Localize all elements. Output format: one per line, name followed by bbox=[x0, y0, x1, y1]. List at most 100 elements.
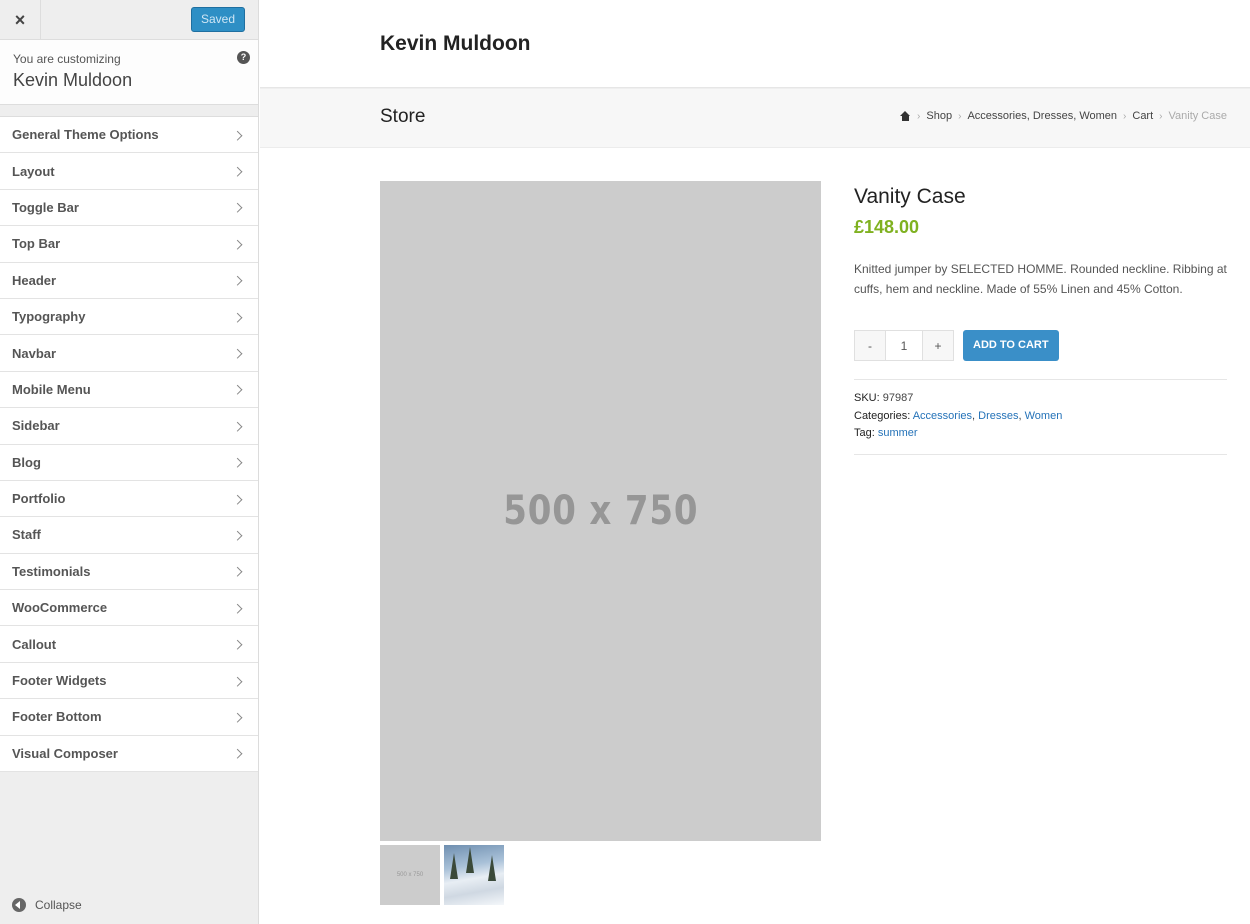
page-title: Store bbox=[380, 106, 426, 127]
category-link-women[interactable]: Women bbox=[1025, 410, 1063, 422]
menu-item-typography[interactable]: Typography bbox=[0, 298, 258, 336]
menu-item-label: WooCommerce bbox=[12, 600, 108, 616]
chevron-right-icon bbox=[232, 421, 243, 432]
quantity-minus-button[interactable]: - bbox=[855, 331, 885, 360]
thumbnail-placeholder-text: 500 x 750 bbox=[396, 872, 424, 878]
customizer-sidebar: × Saved You are customizing Kevin Muldoo… bbox=[0, 0, 259, 924]
menu-item-label: Layout bbox=[12, 163, 55, 179]
sku-row: SKU: 97987 bbox=[854, 390, 1227, 408]
menu-item-sidebar[interactable]: Sidebar bbox=[0, 408, 258, 445]
product-summary: Vanity Case £148.00 Knitted jumper by SE… bbox=[854, 185, 1227, 455]
menu-item-portfolio[interactable]: Portfolio bbox=[0, 480, 258, 518]
menu-item-label: Testimonials bbox=[12, 563, 91, 579]
breadcrumb-separator-icon: › bbox=[917, 110, 921, 122]
chevron-right-icon bbox=[232, 639, 243, 650]
menu-item-label: Blog bbox=[12, 454, 41, 470]
chevron-right-icon bbox=[232, 203, 243, 214]
sku-value: 97987 bbox=[882, 392, 914, 404]
category-link-accessories[interactable]: Accessories bbox=[913, 410, 972, 422]
quantity-input[interactable]: 1 bbox=[885, 331, 923, 360]
menu-item-label: Mobile Menu bbox=[12, 381, 91, 397]
menu-item-toggle-bar[interactable]: Toggle Bar bbox=[0, 189, 258, 227]
categories-row: Categories: Accessories, Dresses, Women bbox=[854, 408, 1227, 426]
menu-item-label: Sidebar bbox=[12, 418, 60, 434]
chevron-right-icon bbox=[232, 276, 243, 286]
menu-item-label: Callout bbox=[12, 636, 57, 652]
menu-item-testimonials[interactable]: Testimonials bbox=[0, 553, 258, 591]
chevron-right-icon bbox=[232, 348, 243, 359]
chevron-right-icon bbox=[232, 530, 243, 541]
breadcrumb-dresses[interactable]: Dresses bbox=[1033, 110, 1073, 122]
chevron-right-icon bbox=[232, 385, 243, 396]
breadcrumb-accessories[interactable]: Accessories bbox=[967, 110, 1026, 122]
image-placeholder-text: 500 x 750 bbox=[502, 488, 699, 534]
product-thumbnail-snow-photo[interactable] bbox=[444, 845, 504, 905]
tree-shape bbox=[466, 847, 474, 873]
chevron-right-icon bbox=[232, 239, 243, 250]
menu-item-label: Footer Widgets bbox=[12, 673, 107, 689]
menu-item-navbar[interactable]: Navbar bbox=[0, 335, 258, 372]
customizing-info: You are customizing Kevin Muldoon ? bbox=[0, 40, 258, 105]
tree-shape bbox=[450, 853, 458, 879]
category-link-dresses[interactable]: Dresses bbox=[978, 410, 1018, 422]
menu-item-footer-widgets[interactable]: Footer Widgets bbox=[0, 662, 258, 700]
product-thumbnail-placeholder[interactable]: 500 x 750 bbox=[380, 845, 440, 905]
help-icon[interactable]: ? bbox=[237, 51, 250, 64]
site-header: Kevin Muldoon bbox=[260, 0, 1250, 88]
site-title[interactable]: Kevin Muldoon bbox=[380, 32, 531, 56]
home-icon[interactable] bbox=[900, 111, 911, 121]
menu-item-visual-composer[interactable]: Visual Composer bbox=[0, 735, 258, 773]
chevron-right-icon bbox=[232, 457, 243, 468]
saved-button[interactable]: Saved bbox=[190, 7, 245, 32]
customizing-site-name: Kevin Muldoon bbox=[13, 70, 133, 90]
menu-item-general-theme-options[interactable]: General Theme Options bbox=[0, 117, 258, 154]
menu-item-callout[interactable]: Callout bbox=[0, 626, 258, 663]
product-main-image[interactable]: 500 x 750 bbox=[380, 181, 821, 841]
categories-label: Categories: bbox=[854, 409, 911, 422]
breadcrumb-comma: , bbox=[1026, 110, 1030, 122]
category-comma: , bbox=[1018, 409, 1022, 422]
breadcrumb-women[interactable]: Women bbox=[1079, 110, 1117, 122]
breadcrumb-cart[interactable]: Cart bbox=[1132, 110, 1153, 122]
chevron-right-icon bbox=[232, 494, 243, 505]
breadcrumb-separator-icon: › bbox=[1123, 110, 1127, 122]
breadcrumb-separator-icon: › bbox=[958, 110, 962, 122]
add-to-cart-button[interactable]: ADD TO CART bbox=[963, 330, 1059, 361]
sku-label: SKU: bbox=[854, 392, 880, 404]
menu-item-blog[interactable]: Blog bbox=[0, 444, 258, 481]
close-icon[interactable]: × bbox=[0, 0, 41, 40]
menu-item-label: Typography bbox=[12, 309, 86, 325]
category-comma: , bbox=[972, 409, 976, 422]
menu-item-label: Portfolio bbox=[12, 491, 66, 507]
menu-item-label: General Theme Options bbox=[12, 127, 159, 143]
chevron-right-icon bbox=[232, 312, 243, 323]
breadcrumb-comma: , bbox=[1073, 110, 1077, 122]
menu-item-layout[interactable]: Layout bbox=[0, 153, 258, 190]
menu-item-label: Staff bbox=[12, 527, 41, 543]
product-description: Knitted jumper by SELECTED HOMME. Rounde… bbox=[854, 262, 1227, 296]
breadcrumb-shop[interactable]: Shop bbox=[926, 110, 952, 122]
menu-item-label: Visual Composer bbox=[12, 745, 118, 761]
menu-item-header[interactable]: Header bbox=[0, 262, 258, 299]
tag-link-summer[interactable]: summer bbox=[878, 427, 918, 439]
menu-item-top-bar[interactable]: Top Bar bbox=[0, 226, 258, 263]
product-meta: SKU: 97987 Categories: Accessories, Dres… bbox=[854, 379, 1227, 455]
menu-item-label: Footer Bottom bbox=[12, 709, 102, 725]
menu-item-mobile-menu[interactable]: Mobile Menu bbox=[0, 371, 258, 409]
site-preview: Kevin Muldoon Store › Shop › Accessories… bbox=[260, 0, 1250, 924]
add-to-cart-form: - 1 + ADD TO CART bbox=[854, 330, 1227, 361]
menu-item-label: Navbar bbox=[12, 345, 57, 361]
quantity-plus-button[interactable]: + bbox=[923, 331, 953, 360]
collapse-button[interactable]: Collapse bbox=[12, 898, 82, 912]
customizer-menu: General Theme Options Layout Toggle Bar … bbox=[0, 116, 258, 773]
chevron-right-icon bbox=[232, 603, 243, 614]
collapse-arrow-icon bbox=[12, 898, 26, 912]
menu-item-label: Top Bar bbox=[12, 236, 61, 252]
menu-item-footer-bottom[interactable]: Footer Bottom bbox=[0, 699, 258, 736]
collapse-label: Collapse bbox=[35, 898, 82, 912]
menu-item-staff[interactable]: Staff bbox=[0, 517, 258, 554]
customizer-header: × Saved bbox=[0, 0, 258, 40]
product-title: Vanity Case bbox=[854, 185, 966, 208]
menu-item-woocommerce[interactable]: WooCommerce bbox=[0, 590, 258, 627]
chevron-right-icon bbox=[232, 130, 243, 141]
